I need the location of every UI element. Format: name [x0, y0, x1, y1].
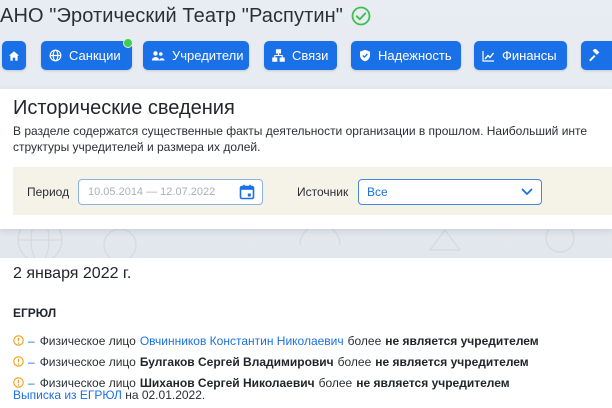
- users-icon: [151, 50, 165, 62]
- event-middle: более: [337, 354, 372, 369]
- event-status: не является учредителем: [385, 333, 539, 348]
- nav-sanctions-button[interactable]: Санкции: [41, 41, 132, 70]
- registry-extract-line: Выписка из ЕГРЮЛ на 02.01.2022.: [13, 388, 205, 402]
- gavel-icon: [588, 49, 601, 62]
- nav-reliability-label: Надежность: [378, 48, 452, 63]
- event-source-title: ЕГРЮЛ: [13, 306, 57, 320]
- source-label: Источник: [297, 185, 349, 199]
- event-prefix: Физическое лицо: [39, 333, 136, 348]
- section-title: Исторические сведения: [13, 97, 235, 119]
- person-name: Булгаков Сергей Владимирович: [139, 354, 334, 369]
- list-item: – Физическое лицо Булгаков Сергей Владим…: [13, 351, 612, 372]
- event-list: – Физическое лицо Овчинников Константин …: [13, 330, 612, 393]
- organization-title: АНО "Эротический Театр "Распутин": [0, 4, 343, 27]
- source-selected-value: Все: [367, 185, 388, 199]
- nav-home-button[interactable]: [2, 41, 26, 70]
- period-placeholder: 10.05.2014 — 12.07.2022: [88, 186, 216, 198]
- section-description: В разделе содержатся существенные факты …: [13, 124, 588, 154]
- nav-founders-button[interactable]: Учредители: [143, 41, 249, 70]
- event-date-heading: 2 января 2022 г.: [13, 265, 132, 282]
- calendar-icon[interactable]: [239, 184, 255, 200]
- period-date-range-input[interactable]: 10.05.2014 — 12.07.2022: [78, 179, 263, 205]
- network-icon: [272, 49, 285, 62]
- person-link[interactable]: Овчинников Константин Николаевич: [140, 334, 344, 348]
- chevron-down-icon: [521, 188, 533, 196]
- event-prefix: Физическое лицо: [39, 354, 136, 369]
- nav-connections-label: Связи: [292, 48, 329, 63]
- nav-finance-button[interactable]: Финансы: [474, 41, 567, 70]
- title-row: АНО "Эротический Театр "Распутин": [0, 2, 371, 30]
- nav-founders-label: Учредители: [172, 48, 244, 63]
- nav-court-button[interactable]: [581, 41, 612, 70]
- home-icon: [8, 50, 20, 62]
- event-status: не является учредителем: [375, 354, 529, 369]
- dash-marker: –: [28, 354, 35, 369]
- globe-icon: [49, 49, 62, 62]
- nav-finance-label: Финансы: [502, 48, 557, 63]
- filter-bar: Период 10.05.2014 — 12.07.2022 Источник …: [13, 167, 612, 215]
- warning-icon: [13, 356, 24, 367]
- dash-marker: –: [28, 333, 35, 348]
- event-status: не является учредителем: [356, 375, 510, 390]
- registry-extract-date: на 02.01.2022.: [125, 388, 206, 402]
- sanctions-status-dot: [123, 38, 133, 48]
- history-card: Исторические сведения В разделе содержат…: [0, 89, 612, 229]
- event-middle: более: [347, 333, 382, 348]
- nav-sanctions-label: Санкции: [69, 48, 121, 63]
- list-item: – Физическое лицо Овчинников Константин …: [13, 330, 612, 351]
- warning-icon: [13, 377, 24, 388]
- verified-check-icon: [351, 6, 371, 26]
- event-middle: более: [318, 375, 353, 390]
- period-label: Период: [27, 185, 70, 199]
- nav-connections-button[interactable]: Связи: [264, 41, 337, 70]
- warning-icon: [13, 335, 24, 346]
- shield-icon: [359, 49, 371, 62]
- registry-extract-link[interactable]: Выписка из ЕГРЮЛ: [13, 388, 122, 402]
- chart-icon: [482, 50, 495, 62]
- source-select[interactable]: Все: [358, 179, 542, 205]
- nav-reliability-button[interactable]: Надежность: [351, 41, 461, 70]
